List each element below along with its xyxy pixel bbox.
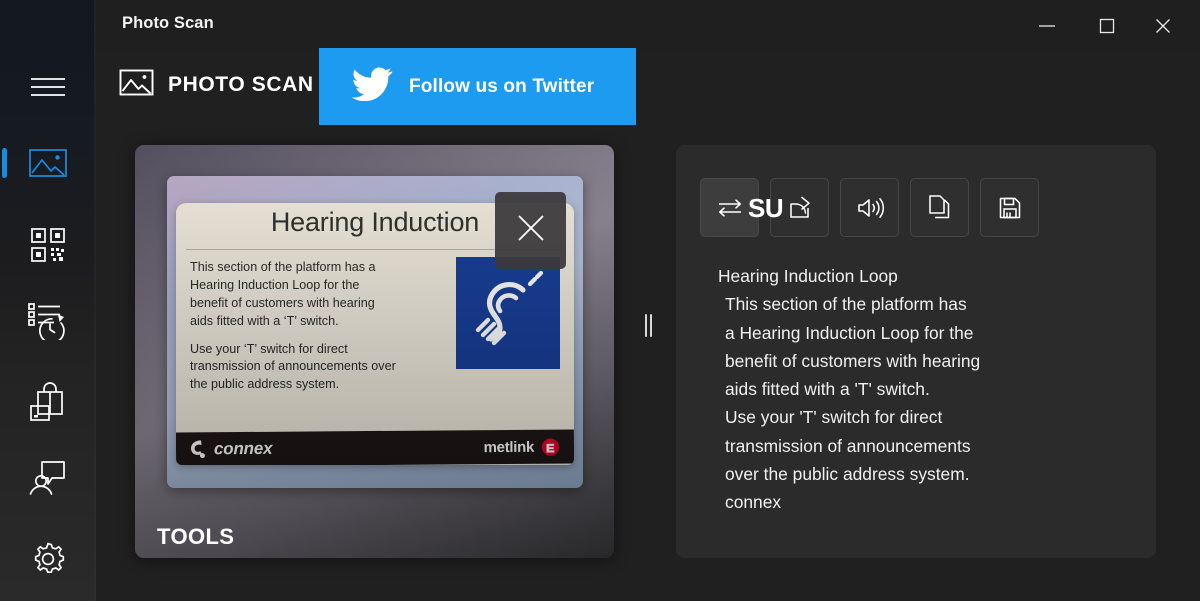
sign-paragraph: This section of the platform has a Heari… (190, 260, 376, 328)
share-icon (787, 195, 813, 221)
result-toolbar (700, 178, 1039, 237)
twitter-banner-label: Follow us on Twitter (409, 75, 595, 97)
minimize-button[interactable] (1024, 0, 1070, 52)
app-brand: PHOTO SCAN (119, 68, 314, 102)
window-title: Photo Scan (122, 14, 214, 32)
hearing-loop-ear-icon (456, 257, 560, 369)
sign-footer-logos: connex metlink (176, 429, 574, 465)
drag-handle-icon (644, 313, 647, 337)
sidebar-item-qr-code[interactable] (0, 216, 96, 274)
selection-indicator (2, 148, 7, 178)
recognized-line: benefit of customers with hearing (725, 350, 981, 371)
sidebar-item-feedback[interactable] (0, 448, 96, 506)
recognized-line: over the public address system. (725, 464, 970, 485)
image-icon (119, 68, 154, 102)
sidebar-nav-rail (0, 0, 96, 601)
panel-splitter[interactable] (639, 310, 657, 340)
title-bar: Photo Scan (96, 0, 1200, 52)
hamburger-menu-icon (29, 74, 67, 100)
recognized-line: aids fitted with a 'T' switch. (725, 379, 930, 400)
shopping-bag-icon (29, 382, 67, 422)
close-icon (515, 212, 547, 249)
settings-gear-icon (29, 540, 67, 578)
recognized-line: connex (725, 492, 782, 513)
feedback-person-icon (28, 459, 68, 495)
speaker-icon (856, 196, 884, 220)
save-icon (998, 196, 1022, 220)
minimize-icon (1037, 20, 1057, 32)
read-aloud-button[interactable] (840, 178, 899, 237)
connex-logo: connex (190, 439, 272, 460)
copy-icon (927, 194, 952, 221)
maximize-icon (1099, 18, 1115, 34)
sign-paragraph: Use your ‘T’ switch for direct transmiss… (190, 341, 396, 392)
recognized-line: Use your 'T' switch for direct (725, 407, 943, 428)
connex-mark-icon (190, 440, 205, 459)
sidebar-item-history[interactable] (0, 292, 96, 350)
drag-handle-icon (649, 313, 652, 337)
sidebar-item-settings[interactable] (0, 530, 96, 588)
recognized-line: a Hearing Induction Loop for the (725, 322, 974, 343)
translate-button[interactable] (700, 178, 759, 237)
save-button[interactable] (980, 178, 1039, 237)
twitter-bird-icon (351, 67, 393, 106)
sidebar-item-menu[interactable] (0, 58, 96, 116)
translate-swap-icon (716, 197, 744, 219)
qr-code-icon (30, 227, 66, 263)
sidebar-item-store[interactable] (0, 373, 96, 431)
follow-twitter-banner[interactable]: Follow us on Twitter (319, 48, 636, 125)
recognized-line: This section of the platform has (725, 294, 967, 315)
recognized-line: Hearing Induction Loop (718, 266, 898, 286)
history-icon (28, 302, 68, 340)
connex-label: connex (213, 438, 273, 459)
metlink-label: metlink (483, 438, 535, 456)
share-button[interactable] (770, 178, 829, 237)
page-title: PHOTO SCAN (168, 73, 314, 96)
recognized-line: transmission of announcements (725, 435, 971, 456)
copy-button[interactable] (910, 178, 969, 237)
close-button[interactable] (1140, 0, 1186, 52)
ocr-result-card: SU Hearing Induction Loop This section o… (676, 145, 1156, 558)
sidebar-item-photo-scan[interactable] (0, 134, 96, 192)
photo-scan-window: Photo Scan PHOTO SCAN Follow us on Twitt… (0, 0, 1200, 601)
metlink-logo: metlink (484, 437, 561, 457)
maximize-button[interactable] (1084, 0, 1130, 52)
tools-label: TOOLS (157, 524, 235, 549)
close-icon (1155, 18, 1171, 34)
image-icon (28, 147, 68, 179)
remove-photo-button[interactable] (495, 192, 566, 269)
sign-body-text: This section of the platform has a Heari… (190, 259, 396, 394)
recognized-text[interactable]: Hearing Induction Loop This section of t… (718, 262, 1134, 517)
metlink-mark-icon (541, 438, 560, 456)
